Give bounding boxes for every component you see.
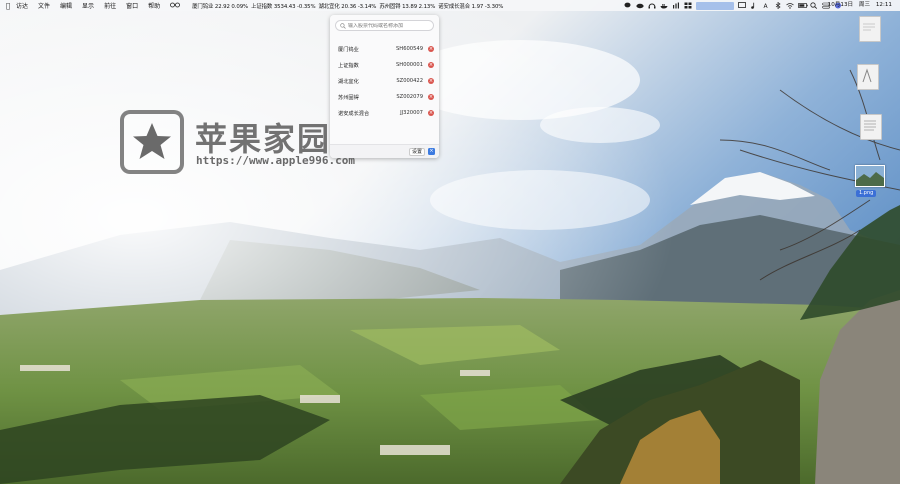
cloud-icon[interactable]: [636, 2, 644, 9]
stock-code: JJ320007: [400, 110, 423, 116]
delete-stock-button[interactable]: ×: [428, 78, 434, 84]
menu-help[interactable]: 帮助: [148, 1, 160, 10]
stock-name: 厦门钨业: [338, 46, 359, 53]
apple-logo-icon[interactable]: : [0, 2, 16, 10]
clock-weekday: 周三: [858, 2, 871, 8]
desktop-notes-icon[interactable]: [860, 114, 882, 140]
desktop-wallpaper: [0, 0, 900, 484]
stock-row[interactable]: 诺安成长混合 JJ320007 ×: [330, 105, 439, 121]
desktop-document-icon[interactable]: [857, 64, 879, 90]
menu-window[interactable]: 窗口: [126, 1, 138, 10]
clock-date: 10月13日: [827, 2, 854, 8]
stock-name: 上证指数: [338, 62, 359, 69]
star-logo-icon: [120, 110, 184, 174]
glasses-icon[interactable]: [170, 2, 181, 10]
image-file-thumbnail[interactable]: [855, 165, 885, 187]
menu-file[interactable]: 文件: [38, 1, 50, 10]
menu-go[interactable]: 前往: [104, 1, 116, 10]
stock-code: SZ002079: [396, 94, 423, 100]
stock-name: 苏州固锝: [338, 94, 359, 101]
stock-search-input[interactable]: [346, 22, 432, 29]
settings-button[interactable]: 设置: [408, 148, 425, 156]
desktop-file-icon[interactable]: [859, 16, 881, 42]
battery-icon[interactable]: [798, 2, 808, 9]
docker-icon[interactable]: [660, 2, 668, 9]
menu-view[interactable]: 显示: [82, 1, 94, 10]
stock-list: 厦门钨业 SH600549 × 上证指数 SH000001 × 湖北宜化 SZ0…: [330, 41, 439, 121]
music-icon[interactable]: [750, 2, 758, 9]
stock-name: 湖北宜化: [338, 78, 359, 85]
grid-icon[interactable]: [684, 2, 692, 9]
menu-finder[interactable]: 访达: [16, 1, 28, 10]
delete-stock-button[interactable]: ×: [428, 46, 434, 52]
stock-row[interactable]: 厦门钨业 SH600549 ×: [330, 41, 439, 57]
menu-bar:  访达 文件 编辑 显示 前往 窗口 帮助 厦门钨业 22.92 0.09% …: [0, 0, 900, 11]
stock-code: SZ000422: [396, 78, 423, 84]
bluetooth-icon[interactable]: [774, 1, 782, 10]
ticker-item[interactable]: 上证指数 3534.43 -0.35%: [251, 2, 316, 10]
stock-search-box[interactable]: [335, 20, 434, 31]
stock-watchlist-panel: 厦门钨业 SH600549 × 上证指数 SH000001 × 湖北宜化 SZ0…: [330, 15, 439, 158]
ticker-item[interactable]: 苏州固锝 13.89 2.13%: [379, 2, 435, 10]
ticker-item[interactable]: 湖北宜化 20.36 -3.14%: [319, 2, 377, 10]
ticker-item[interactable]: 诺安成长混合 1.97 -3.30%: [438, 2, 503, 10]
menu-edit[interactable]: 编辑: [60, 1, 72, 10]
stock-ticker-strip[interactable]: 厦门钨业 22.92 0.09% 上证指数 3534.43 -0.35% 湖北宜…: [192, 2, 506, 10]
search-icon[interactable]: [810, 2, 818, 9]
stock-name: 诺安成长混合: [338, 110, 370, 117]
status-icons: A: [620, 0, 842, 11]
wechat-icon[interactable]: [624, 2, 632, 9]
delete-stock-button[interactable]: ×: [428, 110, 434, 116]
display-icon[interactable]: [738, 2, 746, 9]
chart-icon[interactable]: [672, 2, 680, 9]
menu-clock[interactable]: 10月13日 周三 12:11: [824, 0, 892, 11]
stock-row[interactable]: 上证指数 SH000001 ×: [330, 57, 439, 73]
image-file-label[interactable]: 1.png: [856, 190, 877, 197]
a-keyboard-icon[interactable]: A: [762, 2, 770, 10]
stock-code: SH600549: [396, 46, 423, 52]
close-panel-button[interactable]: ×: [428, 148, 435, 155]
delete-stock-button[interactable]: ×: [428, 62, 434, 68]
svg-text:A: A: [764, 3, 769, 9]
stock-code: SH000001: [396, 62, 423, 68]
ticker-item[interactable]: 厦门钨业 22.92 0.09%: [192, 2, 248, 10]
active-menu-extra[interactable]: [696, 1, 734, 10]
clock-time: 12:11: [875, 2, 892, 8]
delete-stock-button[interactable]: ×: [428, 94, 434, 100]
wifi-icon[interactable]: [786, 2, 794, 9]
headphones-icon[interactable]: [648, 2, 656, 9]
stock-row[interactable]: 苏州固锝 SZ002079 ×: [330, 89, 439, 105]
stock-row[interactable]: 湖北宜化 SZ000422 ×: [330, 73, 439, 89]
watermark-url: https://www.apple996.com: [196, 154, 355, 167]
